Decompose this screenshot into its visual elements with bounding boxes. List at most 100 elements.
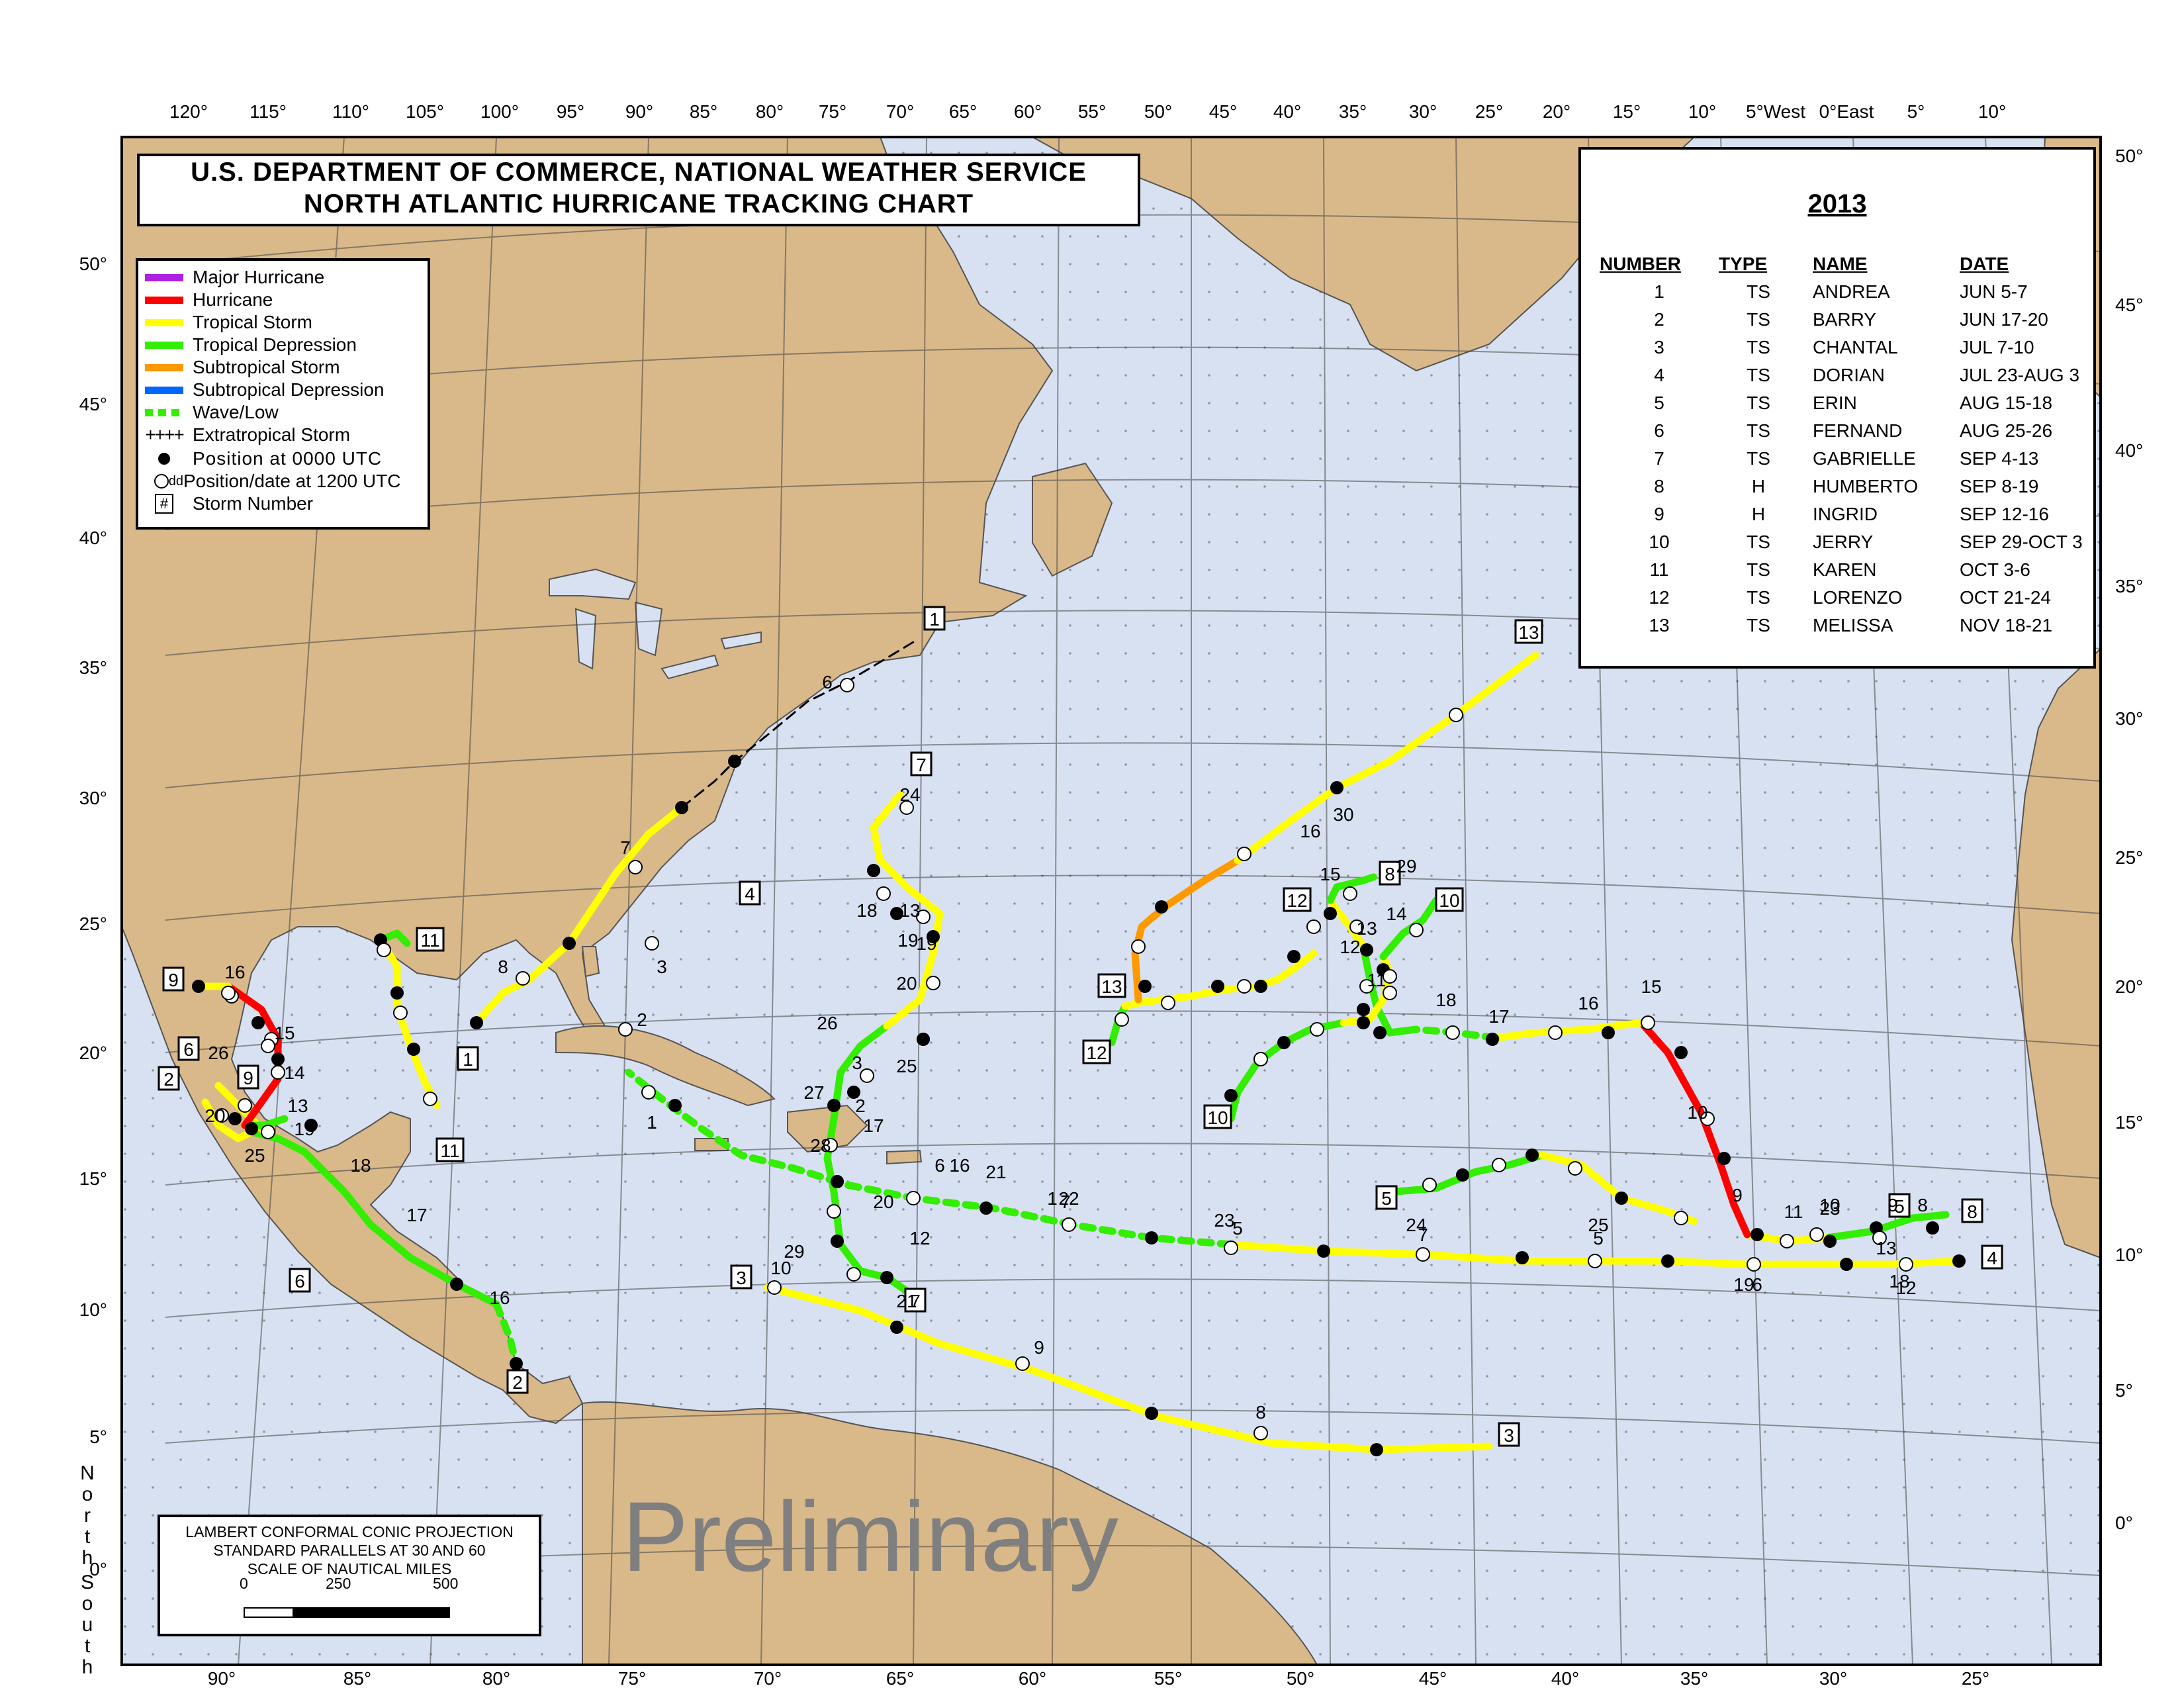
north-label: North [80,1462,95,1569]
cell-type: TS [1747,393,1770,413]
table-row: 4 TS DORIAN JUL 23-AUG 3 [1600,361,2092,389]
legend-item-wave-low: Wave/Low [145,401,279,424]
projection-line1: LAMBERT CONFORMAL CONIC PROJECTION [185,1523,514,1540]
date-label: 14 [1386,904,1406,924]
cell-number: 9 [1654,504,1664,524]
axis-label-bottom: 70° [754,1668,782,1688]
date-label: 29 [784,1241,804,1262]
axis-label-bottom: 65° [886,1668,914,1688]
axis-label-top: 40° [1273,101,1301,122]
cell-name: INGRID [1813,504,1878,524]
cell-number: 11 [1649,559,1669,580]
date-label: 1 [1047,1188,1058,1209]
date-label: 1 [647,1112,657,1133]
table-row: 2 TS BARRY JUN 17-20 [1600,306,2092,334]
axis-label-bottom: 25° [1962,1668,1989,1688]
axis-label-right: 25° [2115,847,2143,868]
axis-label-left: 50° [79,254,107,274]
cell-date: SEP 8-19 [1960,476,2039,496]
date-label: 6 [934,1155,945,1176]
date-label: 22 [1058,1188,1079,1209]
storm-number-label: 12 [1086,1043,1107,1063]
cell-date: JUL 23-AUG 3 [1960,365,2080,385]
table-row: 3 TS CHANTAL JUL 7-10 [1600,334,2092,361]
cell-name: ANDREA [1813,281,1890,302]
axis-label-top: 65° [949,101,977,122]
chart-title-box: U.S. DEPARTMENT OF COMMERCE, NATIONAL WE… [137,154,1140,226]
storm-number-label: 9 [243,1068,253,1088]
black-dot-icon [158,453,170,465]
date-label: 29 [1396,856,1416,876]
date-label: 14 [284,1062,304,1083]
axis-label-bottom: 80° [482,1668,510,1688]
cell-type: TS [1747,532,1770,552]
axis-labels-left: 50°45°40°35°30°25°20°15°10°5°0° [79,254,107,1579]
preliminary-watermark: Preliminary [622,1481,1119,1592]
legend: Major Hurricane Hurricane Tropical Storm… [136,258,430,530]
cell-type: TS [1747,615,1770,635]
axis-label-top: 45° [1209,101,1237,122]
date-label: 24 [899,784,920,805]
cell-name: BARRY [1813,309,1876,330]
date-label: 9 [1888,1195,1898,1215]
cell-number: 1 [1654,281,1664,302]
cell-type: H [1751,504,1766,524]
axis-label-top: 95° [557,101,584,122]
table-row: 1 TS ANDREA JUN 5-7 [1600,278,2092,306]
axis-label-bottom: 75° [618,1668,646,1688]
storm-number-label: 4 [1987,1248,1997,1268]
season-summary-table: 2013 NUMBER TYPE NAME DATE 1 TS ANDREA JUN … [1578,147,2096,669]
axis-label-right: 45° [2115,295,2143,315]
date-label: 9 [1034,1337,1044,1358]
axis-label-bottom: 30° [1819,1668,1847,1688]
date-label: 24 [1406,1215,1426,1235]
date-label: 2 [855,1096,866,1116]
axis-label-top: 60° [1014,101,1042,122]
axis-label-top: 80° [756,101,784,122]
axis-label-bottom: 85° [343,1668,371,1688]
axis-label-right: 0° [2115,1513,2133,1533]
cell-name: HUMBERTO [1813,476,1919,496]
storm-number-label: 3 [736,1268,747,1288]
storm-number-label: 5 [1381,1188,1392,1209]
storm-number-label: 6 [295,1271,305,1291]
date-label: 25 [896,1056,917,1076]
cell-date: JUL 7-10 [1960,337,2034,357]
legend-item-extratropical: ++++ Extratropical Storm [145,424,351,445]
axis-label-right: 10° [2115,1244,2143,1265]
south-label: South [80,1571,94,1678]
date-label: 17 [406,1205,427,1225]
table-row: 6 TS FERNAND AUG 25-26 [1600,417,2092,445]
cell-type: TS [1747,448,1770,469]
axis-label-top: 120° [169,101,208,122]
axis-labels-right: 50° 45° 40° 35° 30° 25° 20° 15° 10° 5° 0° [2115,146,2143,1533]
cell-number: 5 [1654,393,1664,413]
axis-labels-top: 120° 115° 110° 105° 100° 95° 90° 85° 80° 75° 70° 65… [169,101,2006,122]
date-label: 25 [244,1145,265,1166]
axis-label-bottom: 60° [1019,1668,1046,1688]
axis-labels-bottom: 90° 85° 80° 75° 70° 65° 60° 55° 50° 45° 40° 35° 30° 2… [208,1668,1989,1688]
date-label: 21 [896,1291,917,1311]
date-label: 11 [1367,970,1386,990]
cell-name: FERNAND [1813,420,1903,441]
table-row: 12 TS LORENZO OCT 21-24 [1600,584,2092,612]
projection-info-box: LAMBERT CONFORMAL CONIC PROJECTION STAND… [158,1515,541,1636]
date-label: 13 [287,1096,308,1116]
storm-number-label: 8 [1967,1201,1978,1222]
date-label: 23 [1214,1210,1234,1231]
date-label: 28 [810,1135,831,1156]
date-label: 3 [657,957,667,977]
date-label: 19 [294,1119,314,1139]
date-label: 20 [205,1105,225,1126]
cell-name: MELISSA [1813,615,1893,635]
legend-item-tropical-depression: Tropical Depression [145,334,357,356]
table-row: 13 TS MELISSA NOV 18-21 [1600,612,2092,639]
storm-number-label: 9 [168,970,179,990]
axis-label-top: 10° [1688,101,1716,122]
axis-label-right: 35° [2115,576,2143,596]
storm-number-label: 11 [420,930,439,951]
axis-label-top: 55° [1078,101,1106,122]
date-label: 12 [909,1228,930,1248]
date-label: 13 [1356,918,1377,939]
header-date: DATE [1960,254,2009,274]
